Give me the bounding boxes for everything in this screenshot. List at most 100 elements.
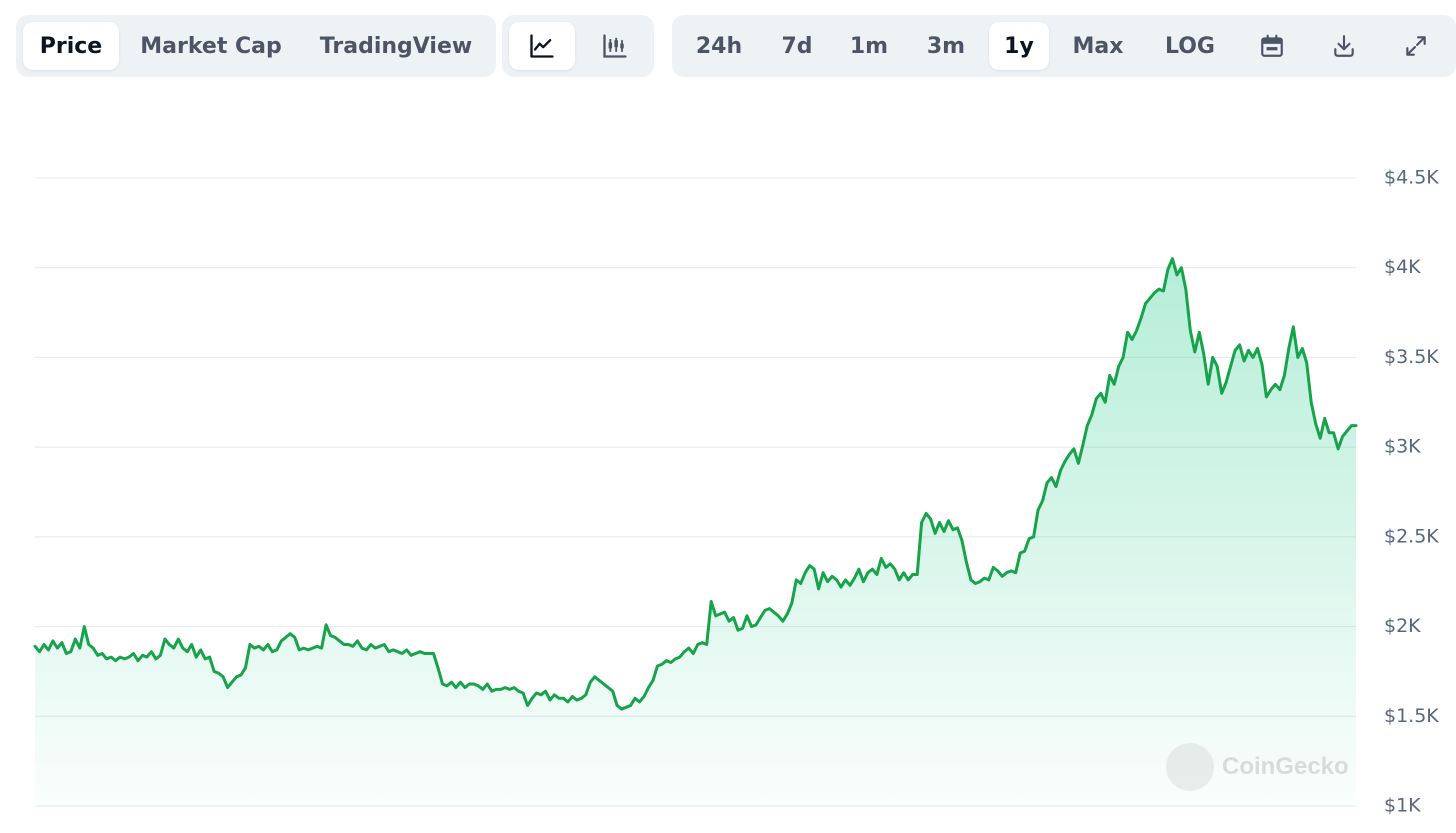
data-point [942, 530, 946, 534]
data-point [938, 521, 942, 525]
data-point [364, 648, 368, 652]
data-point [1233, 348, 1237, 352]
data-point [1085, 424, 1089, 428]
data-point [329, 634, 333, 638]
data-point [673, 657, 677, 661]
data-point [1018, 551, 1022, 555]
data-point [1112, 382, 1116, 386]
data-point [512, 686, 516, 690]
y-tick-label: $3.5K [1384, 346, 1439, 368]
data-point [870, 567, 874, 571]
y-axis: $1K $1.5K $2K $2.5K $3K $3.5K $4K $4.5K [1384, 167, 1439, 817]
data-point [539, 693, 543, 697]
data-point [167, 643, 171, 647]
data-point [467, 682, 471, 686]
data-point [158, 653, 162, 657]
data-point [812, 567, 816, 571]
data-point [1161, 289, 1165, 293]
data-point [226, 686, 230, 690]
data-point [857, 567, 861, 571]
data-point [1287, 347, 1291, 351]
data-point [794, 578, 798, 582]
data-point [1247, 348, 1251, 352]
data-point [42, 643, 46, 647]
data-point [311, 646, 315, 650]
data-point [1309, 400, 1313, 404]
data-point [615, 704, 619, 708]
data-point [611, 689, 615, 693]
data-point [51, 639, 55, 643]
data-point [579, 696, 583, 700]
data-point [1188, 329, 1192, 333]
data-point [1323, 416, 1327, 420]
data-point [46, 648, 50, 652]
data-point [351, 644, 355, 648]
data-point [1067, 452, 1071, 456]
data-point [1135, 329, 1139, 333]
data-point [64, 652, 68, 656]
data-point [199, 648, 203, 652]
data-point [741, 626, 745, 630]
data-point [642, 695, 646, 699]
data-point [826, 580, 830, 584]
y-tick-label: $3K [1384, 436, 1421, 458]
watermark-text: CoinGecko [1222, 753, 1349, 780]
data-point [723, 610, 727, 614]
data-point [691, 652, 695, 656]
data-point [181, 646, 185, 650]
data-point [499, 687, 503, 691]
data-point [1327, 431, 1331, 435]
data-point [423, 652, 427, 656]
data-point [1027, 537, 1031, 541]
data-point [866, 571, 870, 575]
data-point [951, 528, 955, 532]
data-point [915, 573, 919, 577]
data-point [472, 682, 476, 686]
data-point [481, 687, 485, 691]
data-point [566, 700, 570, 704]
data-point [1157, 287, 1161, 291]
data-point [1229, 364, 1233, 368]
data-point [409, 653, 413, 657]
data-point [1242, 359, 1246, 363]
data-point [172, 646, 176, 650]
data-point [1023, 549, 1027, 553]
data-point [687, 646, 691, 650]
data-point [696, 643, 700, 647]
data-point [360, 646, 364, 650]
data-point [123, 657, 127, 661]
data-point [1032, 535, 1036, 539]
data-point [1076, 461, 1080, 465]
data-point [208, 655, 212, 659]
data-point [508, 687, 512, 691]
data-point [1072, 447, 1076, 451]
data-point [1238, 343, 1242, 347]
data-point [682, 650, 686, 654]
price-chart: $1K $1.5K $2K $2.5K $3K $3.5K $4K $4.5K [33, 167, 1439, 817]
data-point [575, 698, 579, 702]
data-point [127, 655, 131, 659]
data-point [853, 576, 857, 580]
data-point [982, 576, 986, 580]
data-point [324, 623, 328, 627]
data-point [432, 652, 436, 656]
data-point [78, 646, 82, 650]
data-point [1224, 381, 1228, 385]
data-point [1264, 395, 1268, 399]
data-point [109, 655, 113, 659]
data-point [727, 619, 731, 623]
data-point [772, 610, 776, 614]
data-point [38, 650, 42, 654]
data-point [60, 641, 64, 645]
data-point [114, 659, 118, 663]
data-point [1260, 363, 1264, 367]
data-point [1014, 571, 1018, 575]
data-point [920, 521, 924, 525]
data-point [405, 648, 409, 652]
data-point [1256, 347, 1260, 351]
data-point [709, 600, 713, 604]
data-point [799, 582, 803, 586]
data-point [212, 669, 216, 673]
data-point [956, 526, 960, 530]
data-point [1000, 574, 1004, 578]
